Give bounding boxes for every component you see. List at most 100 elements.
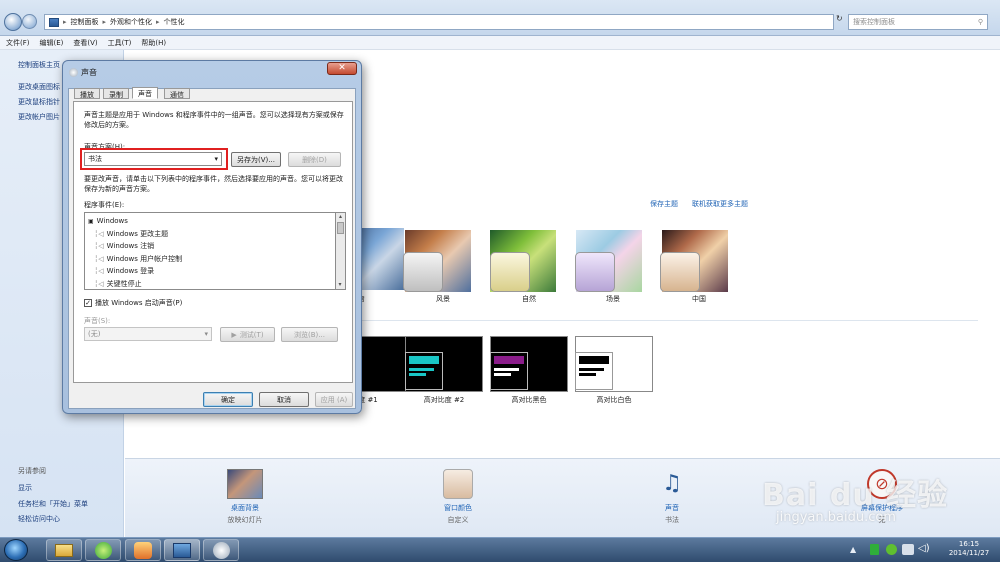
start-button[interactable]	[4, 539, 28, 561]
theme-label: 风景	[436, 295, 450, 303]
speaker-icon	[212, 542, 230, 559]
save-as-button[interactable]: 另存为(V)...	[231, 152, 281, 167]
window-color-icon	[443, 469, 473, 499]
desktop-background-item[interactable]: 桌面背景 放映幻灯片	[215, 469, 275, 525]
see-also-ease-of-access[interactable]: 轻松访问中心	[18, 514, 60, 524]
taskbar-control-panel[interactable]	[164, 539, 200, 561]
tray-app-icon[interactable]	[886, 544, 897, 555]
folder-icon	[55, 544, 73, 557]
see-also-display[interactable]: 显示	[18, 483, 32, 493]
forward-button[interactable]	[22, 14, 37, 29]
volume-icon[interactable]: ◁)	[918, 543, 930, 554]
see-also-heading: 另请参阅	[18, 467, 46, 475]
item-subtitle: 自定义	[447, 516, 469, 524]
speaker-icon: ╎◁	[94, 229, 104, 238]
play-startup-checkbox-row[interactable]: ✓ 播放 Windows 启动声音(P)	[84, 298, 182, 308]
nav-control-panel-home[interactable]: 控制面板主页	[18, 60, 60, 70]
instructions-text: 要更改声音，请单击以下列表中的程序事件，然后选择要应用的声音。您可以将更改保存为…	[84, 175, 343, 193]
get-more-themes-link[interactable]: 联机获取更多主题	[692, 199, 748, 209]
breadcrumb-item[interactable]: 控制面板	[71, 17, 99, 27]
taskbar-explorer[interactable]	[46, 539, 82, 561]
list-item[interactable]: ╎◁ Windows 更改主题	[88, 228, 332, 241]
startup-checkbox[interactable]: ✓	[84, 299, 92, 307]
events-label: 程序事件(E):	[84, 201, 125, 209]
program-events-list[interactable]: ▣ Windows ╎◁ Windows 更改主题 ╎◁ Windows 注销 ╎◁ W…	[84, 212, 336, 290]
network-icon[interactable]	[902, 544, 914, 555]
see-also-taskbar[interactable]: 任务栏和「开始」菜单	[18, 499, 88, 509]
list-item[interactable]: ╎◁ Windows 用户帐户控制	[88, 253, 332, 266]
sounds-tab-panel: 声音主题是应用于 Windows 和程序事件中的一组声音。您可以选择现有方案或保…	[73, 101, 353, 383]
clock[interactable]: 16:15 2014/11/27	[942, 540, 996, 558]
delete-button[interactable]: 删除(D)	[288, 152, 341, 167]
security-shield-icon[interactable]	[870, 544, 879, 555]
desktop-background-icon	[227, 469, 263, 499]
dialog-title: 声音	[81, 68, 97, 77]
browse-button[interactable]: 浏览(B)...	[281, 327, 338, 342]
address-field[interactable]: ▸ 控制面板 ▸ 外观和个性化 ▸ 个性化	[44, 14, 834, 30]
tab-recording[interactable]: 录制	[103, 88, 129, 99]
menu-edit[interactable]: 编辑(E)	[40, 38, 64, 48]
sound-select[interactable]: (无) ▾	[84, 327, 212, 341]
speaker-icon	[69, 68, 78, 77]
breadcrumb-item[interactable]: 个性化	[164, 17, 185, 27]
scrollbar-thumb[interactable]	[337, 222, 344, 234]
scrollbar[interactable]: ▴ ▾	[336, 212, 346, 290]
breadcrumb-item[interactable]: 外观和个性化	[110, 17, 152, 27]
nav-change-desktop-icons[interactable]: 更改桌面图标	[18, 82, 60, 92]
search-icon: ⚲	[977, 18, 983, 26]
list-item[interactable]: ╎◁ Windows 注销	[88, 240, 332, 253]
control-panel-icon	[173, 543, 191, 558]
test-button[interactable]: ▶ 测试(T)	[220, 327, 275, 342]
clock-time: 16:15	[958, 540, 980, 548]
description-text: 声音主题是应用于 Windows 和程序事件中的一组声音。您可以选择现有方案或保…	[84, 111, 344, 129]
startup-label: 播放 Windows 启动声音(P)	[95, 299, 183, 307]
folder-icon: ▣	[88, 217, 94, 225]
menu-file[interactable]: 文件(F)	[6, 38, 30, 48]
tab-playback[interactable]: 播放	[74, 88, 100, 99]
taskbar-360[interactable]	[85, 539, 121, 561]
clock-date: 2014/11/27	[948, 549, 990, 557]
chevron-down-icon: ▾	[204, 330, 208, 338]
refresh-icon[interactable]: ↻	[836, 14, 846, 30]
nav-change-mouse-pointer[interactable]: 更改鼠标指针	[18, 97, 60, 107]
tab-sounds[interactable]: 声音	[132, 87, 158, 99]
taskbar-media-player[interactable]	[125, 539, 161, 561]
menu-bar: 文件(F) 编辑(E) 查看(V) 工具(T) 帮助(H)	[0, 36, 1000, 50]
search-placeholder: 搜索控制面板	[853, 18, 895, 26]
chevron-right-icon: ▸	[102, 18, 107, 26]
tray-up-arrow-icon[interactable]: ▲	[850, 545, 856, 554]
taskbar: ▲ ◁) 16:15 2014/11/27	[0, 537, 1000, 562]
sounds-item[interactable]: ♫ 声音 书法	[642, 469, 702, 525]
save-theme-link[interactable]: 保存主题	[650, 199, 678, 209]
item-title: 声音	[665, 504, 679, 512]
theme-color-swatch	[403, 252, 443, 292]
window-color-item[interactable]: 窗口颜色 自定义	[428, 469, 488, 525]
sound-label: 声音(S):	[84, 317, 111, 325]
cancel-button[interactable]: 取消	[259, 392, 309, 407]
list-item[interactable]: ╎◁ Windows 登录	[88, 265, 332, 278]
menu-help[interactable]: 帮助(H)	[141, 38, 166, 48]
taskbar-sound[interactable]	[203, 539, 239, 561]
list-item[interactable]: ▣ Windows	[88, 215, 332, 228]
nav-change-account-picture[interactable]: 更改帐户图片	[18, 112, 60, 122]
play-icon: ▶	[231, 330, 237, 339]
scroll-down-icon[interactable]: ▾	[336, 281, 344, 289]
tab-communications[interactable]: 通信	[164, 88, 190, 99]
menu-view[interactable]: 查看(V)	[73, 38, 97, 48]
menu-tools[interactable]: 工具(T)	[108, 38, 132, 48]
sound-dialog: 声音 ✕ 播放 录制 声音 通信 声音主题是应用于 Windows 和程序事件中…	[62, 60, 362, 414]
ok-button[interactable]: 确定	[203, 392, 253, 407]
item-title: 桌面背景	[231, 504, 259, 512]
hc-swatch	[575, 352, 613, 390]
theme-color-swatch	[660, 252, 700, 292]
list-item[interactable]: ╎◁ 关键性停止	[88, 278, 332, 290]
close-button[interactable]: ✕	[327, 62, 357, 75]
watermark-brand: Bai du 经验	[762, 478, 949, 513]
theme-color-swatch	[490, 252, 530, 292]
search-input[interactable]: 搜索控制面板 ⚲	[848, 14, 988, 30]
apply-button[interactable]: 应用 (A)	[315, 392, 353, 407]
app-icon	[134, 542, 152, 559]
back-button[interactable]	[4, 13, 22, 31]
highlight-annotation	[80, 148, 228, 170]
scroll-up-icon[interactable]: ▴	[336, 213, 345, 221]
